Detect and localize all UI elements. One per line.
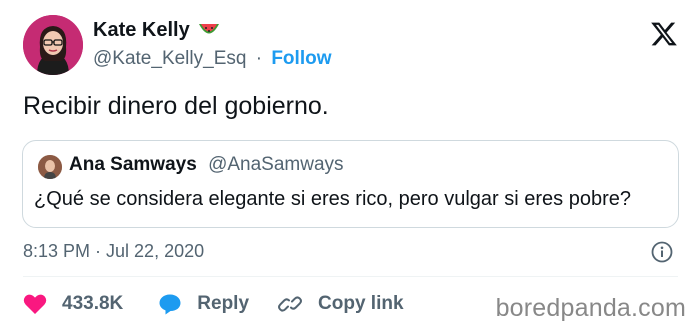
quoted-author-name: Ana Samways xyxy=(69,154,197,175)
quoted-author-handle: @AnaSamways xyxy=(208,154,344,175)
like-count: 433.8K xyxy=(62,293,124,314)
tweet-text: Recibir dinero del gobierno. xyxy=(23,92,329,120)
quoted-author-avatar[interactable] xyxy=(38,155,62,179)
author-handle-row: @Kate_Kelly_Esq · Follow xyxy=(93,48,331,70)
like-button[interactable]: 433.8K xyxy=(23,293,123,315)
reply-button[interactable]: Reply xyxy=(158,293,249,315)
quoted-tweet-header: Ana Samways @AnaSamways xyxy=(69,154,344,176)
heart-icon xyxy=(23,294,47,314)
reply-bubble-icon xyxy=(159,294,181,315)
quoted-tweet-card[interactable]: Ana Samways @AnaSamways ¿Qué se consider… xyxy=(22,140,679,228)
author-handle[interactable]: @Kate_Kelly_Esq xyxy=(93,48,246,69)
author-display-name[interactable]: Kate Kelly xyxy=(93,19,190,42)
boredpanda-watermark: boredpanda.com xyxy=(495,294,686,322)
quoted-tweet-text: ¿Qué se considera elegante si eres rico,… xyxy=(34,188,631,210)
handle-separator: · xyxy=(255,48,263,69)
copy-link-label: Copy link xyxy=(318,293,404,314)
quoted-avatar-image xyxy=(38,155,62,179)
follow-button[interactable]: Follow xyxy=(271,48,331,69)
x-logo-icon[interactable] xyxy=(650,20,678,48)
tweet-actions: 433.8K Reply Copy link xyxy=(23,289,404,319)
actions-divider xyxy=(23,276,678,277)
copy-link-button[interactable]: Copy link xyxy=(277,292,404,316)
author-name-row: Kate Kelly xyxy=(93,19,220,42)
author-avatar-image xyxy=(23,15,83,75)
link-icon xyxy=(278,296,303,312)
author-avatar[interactable] xyxy=(23,15,83,75)
tweet-timestamp[interactable]: 8:13 PM · Jul 22, 2020 xyxy=(23,241,204,262)
watermelon-emoji-icon xyxy=(198,21,220,41)
reply-label: Reply xyxy=(197,293,250,314)
info-icon[interactable] xyxy=(651,241,673,263)
